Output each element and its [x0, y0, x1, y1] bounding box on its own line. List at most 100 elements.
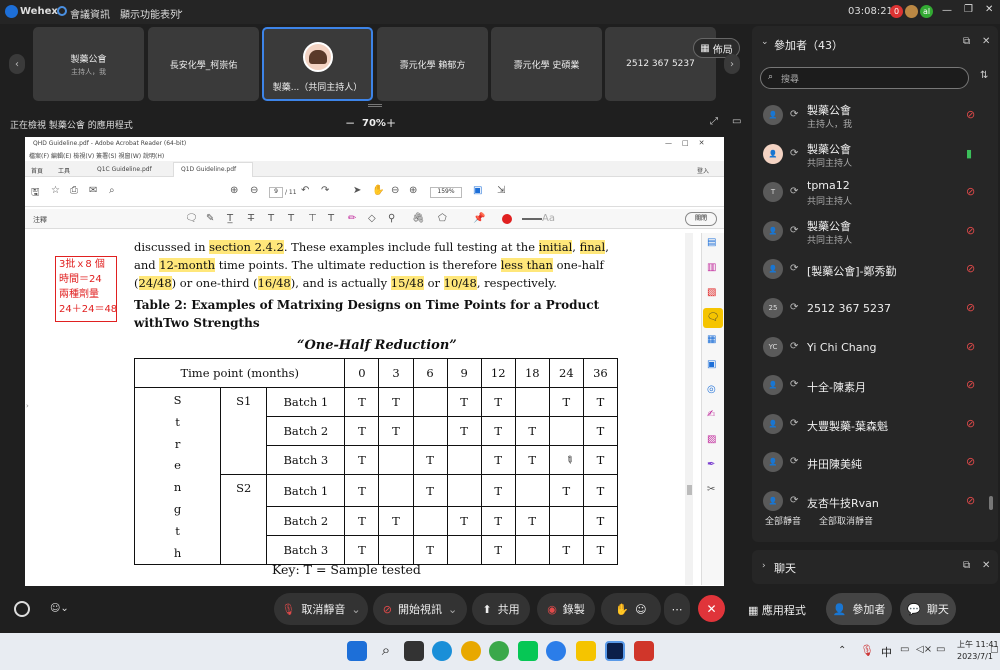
save-icon[interactable]: 🖫: [31, 185, 40, 202]
protect-icon[interactable]: ▨: [707, 434, 716, 445]
chevron-down-icon[interactable]: ⌄: [351, 603, 360, 616]
webex-taskbar-icon[interactable]: [605, 641, 625, 661]
end-meeting-button[interactable]: ✕: [698, 595, 725, 622]
sort-icon[interactable]: ⇅: [980, 70, 988, 81]
acrobat-icon[interactable]: [634, 641, 654, 661]
highlight-icon[interactable]: ✎: [206, 213, 214, 224]
unmute-button[interactable]: 🎙 取消靜音 ⌄: [274, 593, 368, 625]
battery-icon[interactable]: ▭: [936, 644, 945, 655]
mic-muted-icon[interactable]: ⊘: [966, 417, 975, 430]
tiles-prev-button[interactable]: ‹: [9, 54, 25, 74]
panel-scrollbar[interactable]: [989, 496, 993, 510]
fit-screen-icon[interactable]: ⤢: [710, 116, 718, 127]
meeting-info-button[interactable]: 會議資訊: [70, 6, 110, 21]
tray-chevron-icon[interactable]: ⌃: [838, 645, 846, 656]
highlight[interactable]: initial: [538, 240, 573, 254]
find-icon[interactable]: ⌕: [109, 185, 115, 196]
insert-text-icon[interactable]: T: [288, 213, 294, 224]
tab-q1c[interactable]: Q1C Guideline.pdf: [97, 166, 152, 173]
participant-row[interactable]: 👤 ⟳ [製藥公會]-鄭秀勤 ⊘: [752, 250, 998, 288]
video-tile[interactable]: 長安化學_柯崇佑: [148, 27, 259, 101]
color-picker-icon[interactable]: [502, 214, 512, 224]
close-icon[interactable]: ✕: [985, 4, 993, 15]
rotate-left-icon[interactable]: ↶: [301, 185, 309, 196]
file-explorer-icon[interactable]: [576, 641, 596, 661]
attach-icon[interactable]: 🖇: [412, 213, 425, 224]
text-box-icon[interactable]: ⊤: [308, 213, 317, 224]
print-icon[interactable]: ⎙: [70, 185, 78, 196]
chrome-profile-icon[interactable]: [489, 641, 509, 661]
strikethrough-icon[interactable]: T̶: [248, 213, 254, 224]
zoom-select[interactable]: 159%: [430, 187, 462, 198]
mic-muted-icon[interactable]: ⊘: [966, 301, 975, 314]
tiles-next-button[interactable]: ›: [724, 54, 740, 74]
chat-button[interactable]: 💬 聊天: [900, 593, 956, 625]
text-comment-icon[interactable]: T: [328, 213, 334, 224]
minimize-icon[interactable]: —: [942, 5, 952, 16]
more-button[interactable]: ⋯: [664, 593, 690, 625]
mic-muted-icon[interactable]: ⊘: [966, 378, 975, 391]
highlight[interactable]: 15/48: [390, 276, 424, 290]
network-icon[interactable]: ▭: [900, 644, 909, 655]
prev-page-icon[interactable]: ⊕: [230, 185, 238, 196]
line-width-icon[interactable]: [522, 218, 542, 220]
emoji-icon[interactable]: ☺: [635, 603, 646, 616]
chrome-icon[interactable]: [461, 641, 481, 661]
popout-icon[interactable]: ⧉: [963, 36, 970, 47]
rotate-right-icon[interactable]: ↷: [321, 185, 329, 196]
task-view-icon[interactable]: [404, 641, 424, 661]
hand-tool-icon[interactable]: ✋: [372, 185, 384, 196]
sticky-note-icon[interactable]: 🗨: [185, 213, 198, 224]
tab-tools[interactable]: 工具: [58, 166, 70, 175]
highlight[interactable]: final: [579, 240, 606, 254]
vertical-scrollbar[interactable]: [685, 233, 693, 585]
video-tile[interactable]: 壽元化學 賴郁方: [377, 27, 488, 101]
mic-muted-icon[interactable]: ⊘: [966, 262, 975, 275]
edge-icon[interactable]: [432, 641, 452, 661]
expand-chevron-icon[interactable]: ›: [762, 561, 766, 571]
mute-all-button[interactable]: 全部靜音: [765, 514, 801, 527]
highlight[interactable]: section 2.4.2: [209, 240, 284, 254]
unmute-all-button[interactable]: 全部取消靜音: [819, 514, 873, 527]
participant-row[interactable]: 👤 ⟳ 製藥公會 共同主持人 ▮: [752, 135, 998, 173]
comment-tool-icon[interactable]: 🗨: [703, 308, 723, 328]
mic-muted-icon[interactable]: ⊘: [966, 494, 975, 507]
participant-row[interactable]: 👤 ⟳ 十全-陳素月 ⊘: [752, 366, 998, 404]
zoom-in-button[interactable]: +: [386, 116, 396, 130]
record-button[interactable]: ◉ 錄製: [537, 593, 595, 625]
participant-row[interactable]: YC ⟳ Yi Chi Chang ⊘: [752, 328, 998, 366]
raise-hand-icon[interactable]: ✋: [615, 603, 629, 616]
pin-icon[interactable]: 📌: [473, 213, 485, 224]
export-pdf-icon[interactable]: ▤: [707, 237, 716, 248]
font-size-icon[interactable]: Aa: [542, 213, 555, 224]
replace-text-icon[interactable]: T: [268, 213, 274, 224]
participant-row[interactable]: 👤 ⟳ 井田陳美純 ⊘: [752, 443, 998, 481]
search-icon[interactable]: ⌕: [376, 641, 396, 661]
page-fit-icon[interactable]: ▣: [473, 185, 482, 196]
mic-muted-icon[interactable]: ⊘: [966, 185, 975, 198]
scrollbar-thumb[interactable]: [687, 485, 692, 495]
stamp-icon[interactable]: ⚲: [388, 213, 395, 224]
close-panel-icon[interactable]: ✕: [982, 36, 990, 47]
eraser-icon[interactable]: ◇: [368, 213, 376, 224]
tab-home[interactable]: 首頁: [31, 166, 43, 175]
highlight[interactable]: 10/48: [443, 276, 477, 290]
scroll-mode-icon[interactable]: ⇲: [497, 185, 505, 196]
notification-icon[interactable]: ▢: [990, 645, 999, 655]
chevron-down-icon[interactable]: ⌄: [448, 603, 457, 616]
participant-row[interactable]: T ⟳ tpma12 共同主持人 ⊘: [752, 173, 998, 211]
mic-muted-tray-icon[interactable]: 🎙: [860, 644, 874, 657]
pdf-menu-bar[interactable]: 檔案(F) 編輯(E) 檢視(V) 簽署(S) 視窗(W) 說明(H): [29, 151, 164, 160]
mic-muted-icon[interactable]: ⊘: [966, 108, 975, 121]
highlight[interactable]: 12-month: [159, 258, 216, 272]
highlight[interactable]: less than: [500, 258, 553, 272]
participant-row[interactable]: 👤 ⟳ 製藥公會 共同主持人 ⊘: [752, 212, 998, 250]
hand-reaction-group[interactable]: ✋ ☺: [601, 593, 661, 625]
sign-icon[interactable]: ✒: [707, 459, 715, 470]
select-cursor-icon[interactable]: ➤: [353, 185, 361, 196]
draw-icon[interactable]: ✏: [348, 213, 356, 224]
page-number-input[interactable]: 9: [269, 187, 283, 198]
chat-panel-header[interactable]: › 聊天 ⧉ ✕: [752, 550, 998, 584]
login-button[interactable]: 登入: [697, 166, 709, 175]
scan-icon[interactable]: ◎: [707, 384, 716, 395]
